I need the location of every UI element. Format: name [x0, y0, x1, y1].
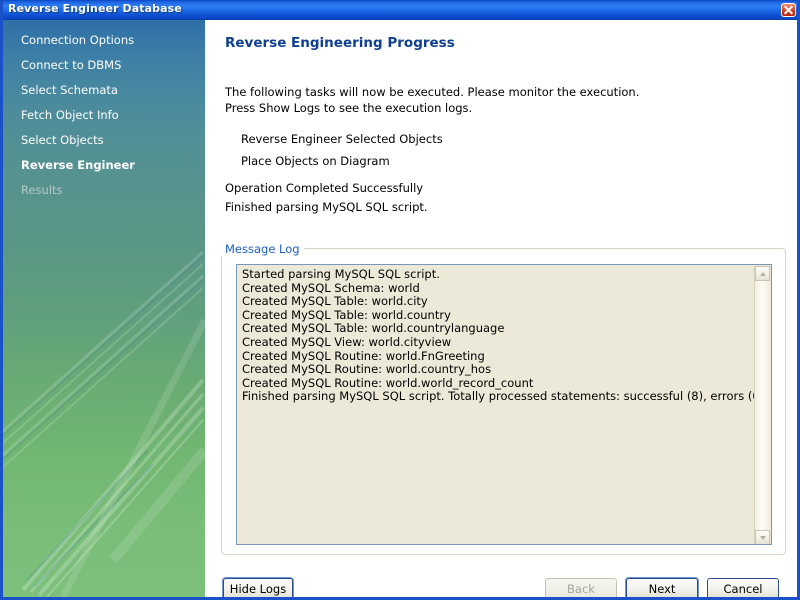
log-line: Created MySQL Table: world.city [242, 295, 752, 309]
reverse-engineer-database-window: Reverse Engineer Database [0, 0, 800, 600]
sidebar-item-results: Results [3, 178, 205, 203]
chevron-down-glyph [760, 536, 766, 540]
log-line: Created MySQL Routine: world.country_hos [242, 363, 752, 377]
button-bar: Hide Logs Back Next Cancel [208, 560, 800, 600]
intro-line-2: Press Show Logs to see the execution log… [225, 100, 639, 116]
log-line: Created MySQL Routine: world.world_recor… [242, 377, 752, 391]
log-line: Created MySQL Table: world.country [242, 309, 752, 323]
log-line: Started parsing MySQL SQL script. [242, 268, 752, 282]
sidebar-item-reverse-engineer[interactable]: Reverse Engineer [3, 153, 205, 178]
task-list: Reverse Engineer Selected Objects Place … [225, 128, 745, 172]
title-bar: Reverse Engineer Database [0, 0, 800, 20]
sidebar-item-fetch-object-info[interactable]: Fetch Object Info [3, 103, 205, 128]
close-icon[interactable] [781, 3, 796, 17]
content-pane: Reverse Engineering Progress The followi… [208, 20, 800, 597]
task-item: Reverse Engineer Selected Objects [225, 128, 745, 150]
sidebar-item-connection-options[interactable]: Connection Options [3, 28, 205, 53]
message-log-content: Started parsing MySQL SQL script. Create… [242, 268, 752, 404]
cancel-button[interactable]: Cancel [707, 578, 779, 600]
log-line: Created MySQL Schema: world [242, 282, 752, 296]
message-log-scrollbar[interactable] [754, 266, 770, 545]
message-log-textarea[interactable]: Started parsing MySQL SQL script. Create… [236, 264, 772, 545]
sidebar-item-select-schemata[interactable]: Select Schemata [3, 78, 205, 103]
sidebar-item-label: Connect to DBMS [21, 58, 121, 72]
chevron-down-icon[interactable] [755, 530, 770, 545]
page-title: Reverse Engineering Progress [225, 35, 455, 51]
window-title: Reverse Engineer Database [8, 2, 182, 15]
sidebar-item-label: Fetch Object Info [21, 108, 119, 122]
hide-logs-button[interactable]: Hide Logs [223, 578, 293, 600]
message-log-legend: Message Log [221, 242, 304, 256]
sidebar-item-label: Reverse Engineer [21, 158, 135, 172]
intro-line-1: The following tasks will now be executed… [225, 84, 639, 100]
sidebar-item-label: Select Schemata [21, 83, 118, 97]
sidebar-item-label: Select Objects [21, 133, 104, 147]
status-line-operation: Operation Completed Successfully [225, 179, 428, 198]
next-button[interactable]: Next [626, 578, 698, 600]
chevron-up-icon[interactable] [755, 266, 770, 281]
log-line: Finished parsing MySQL SQL script. Total… [242, 390, 752, 404]
chevron-up-glyph [760, 272, 766, 276]
sidebar-item-label: Results [21, 183, 63, 197]
sidebar-item-label: Connection Options [21, 33, 134, 47]
log-line: Created MySQL Table: world.countrylangua… [242, 322, 752, 336]
wizard-sidebar: Connection Options Connect to DBMS Selec… [3, 20, 205, 597]
task-item: Place Objects on Diagram [225, 150, 745, 172]
log-line: Created MySQL Routine: world.FnGreeting [242, 350, 752, 364]
log-line: Created MySQL View: world.cityview [242, 336, 752, 350]
sidebar-item-select-objects[interactable]: Select Objects [3, 128, 205, 153]
status-text: Operation Completed Successfully Finishe… [225, 179, 428, 217]
status-line-detail: Finished parsing MySQL SQL script. [225, 198, 428, 217]
message-log-groupbox: Started parsing MySQL SQL script. Create… [221, 248, 786, 555]
intro-text: The following tasks will now be executed… [225, 84, 639, 116]
wizard-step-list: Connection Options Connect to DBMS Selec… [3, 20, 205, 203]
back-button: Back [545, 578, 617, 600]
sidebar-item-connect-to-dbms[interactable]: Connect to DBMS [3, 53, 205, 78]
